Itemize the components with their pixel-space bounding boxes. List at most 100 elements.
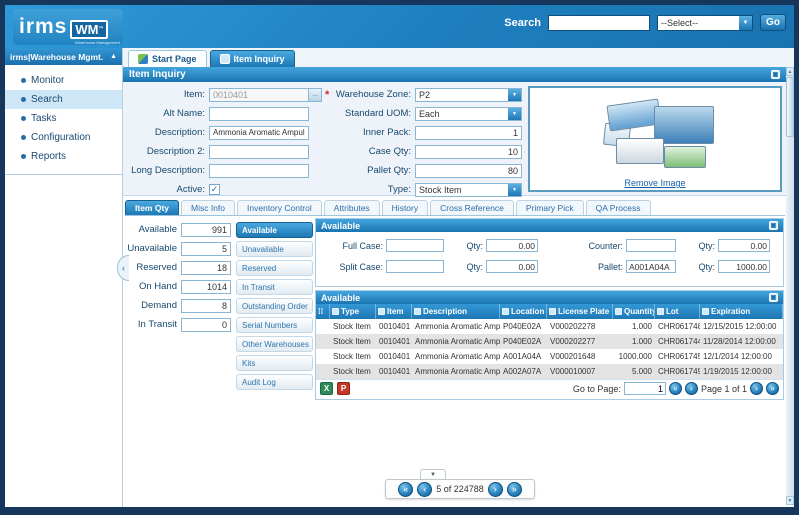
chevron-down-icon: ▼: [430, 472, 436, 478]
qty-label: Qty:: [676, 241, 718, 251]
item-lookup-button[interactable]: …: [309, 88, 322, 102]
table-footer: X P Go to Page: « ‹ Page 1 of 1 › »: [316, 379, 783, 397]
subnav-outstanding-order[interactable]: Outstanding Order: [236, 298, 313, 314]
reserved-value[interactable]: [181, 261, 231, 275]
table-row[interactable]: Stock Item 0010401 Ammonia Aromatic Ampu…: [316, 364, 783, 379]
first-record-button[interactable]: «: [398, 482, 413, 497]
col-quantity[interactable]: Quantity: [613, 304, 655, 319]
description2-input[interactable]: [209, 145, 309, 159]
tab-primary-pick[interactable]: Primary Pick: [516, 200, 584, 215]
col-license-plate[interactable]: License Plate: [547, 304, 613, 319]
subnav-unavailable[interactable]: Unavailable: [236, 241, 313, 257]
warehouse-zone-select[interactable]: P2 ▼: [415, 88, 522, 102]
tab-qa-process[interactable]: QA Process: [586, 200, 651, 215]
inner-pack-input[interactable]: [415, 126, 522, 140]
col-expiration[interactable]: Expiration: [700, 304, 783, 319]
qty-label: Qty:: [444, 241, 486, 251]
unavailable-value[interactable]: [181, 242, 231, 256]
full-case-qty-input[interactable]: [486, 239, 538, 252]
on-hand-value[interactable]: [181, 280, 231, 294]
tab-attributes[interactable]: Attributes: [324, 200, 380, 215]
tab-history[interactable]: History: [382, 200, 428, 215]
subnav-in-transit[interactable]: In Transit: [236, 279, 313, 295]
sidebar-header[interactable]: irms|Warehouse Mgmt. ▲: [5, 48, 122, 65]
sidebar-item-tasks[interactable]: Tasks: [5, 109, 122, 128]
col-location[interactable]: Location: [500, 304, 547, 319]
next-record-button[interactable]: ›: [488, 482, 503, 497]
last-record-button[interactable]: »: [507, 482, 522, 497]
subnav-other-warehouses[interactable]: Other Warehouses: [236, 336, 313, 352]
prev-record-button[interactable]: ‹: [417, 482, 432, 497]
tab-item-qty[interactable]: Item Qty: [125, 200, 179, 215]
pallet-qty-input[interactable]: [718, 260, 770, 273]
available-detail-panel: Available ▣ Full Case: Qty: Counter: Qty…: [315, 218, 784, 287]
type-select[interactable]: Stock Item ▼: [415, 183, 522, 197]
subnav-serial-numbers[interactable]: Serial Numbers: [236, 317, 313, 333]
next-page-button[interactable]: ›: [750, 382, 763, 395]
tab-misc-info[interactable]: Misc Info: [181, 200, 235, 215]
counter-input[interactable]: [626, 239, 676, 252]
reserved-label: Reserved: [127, 262, 181, 273]
item-input[interactable]: [209, 88, 309, 102]
available-value[interactable]: [181, 223, 231, 237]
pallet-qty-input[interactable]: [415, 164, 522, 178]
scroll-down-icon[interactable]: ▼: [786, 496, 794, 505]
tab-start-page[interactable]: Start Page: [128, 50, 207, 67]
go-to-page-input[interactable]: [624, 382, 666, 395]
standard-uom-select[interactable]: Each ▼: [415, 107, 522, 121]
prev-page-button[interactable]: ‹: [685, 382, 698, 395]
subnav-reserved[interactable]: Reserved: [236, 260, 313, 276]
scrollbar-thumb[interactable]: [786, 77, 794, 137]
sidebar-item-monitor[interactable]: Monitor: [5, 71, 122, 90]
alt-name-input[interactable]: [209, 107, 309, 121]
panel-collapse-icon[interactable]: ▣: [771, 70, 780, 79]
col-type[interactable]: Type: [330, 304, 376, 319]
tab-cross-reference[interactable]: Cross Reference: [430, 200, 514, 215]
table-row[interactable]: Stock Item 0010401 Ammonia Aromatic Ampu…: [316, 319, 783, 334]
sidebar-item-search[interactable]: Search: [5, 90, 122, 109]
tab-item-inquiry[interactable]: Item Inquiry: [210, 50, 295, 67]
form-right-column: Warehouse Zone: P2 ▼ Standard UOM: Each …: [323, 87, 522, 197]
col-item[interactable]: Item: [376, 304, 412, 319]
sidebar-item-reports[interactable]: Reports: [5, 147, 122, 166]
active-checkbox[interactable]: ✓: [209, 184, 220, 195]
chevron-down-icon: ▼: [739, 16, 752, 30]
search-category-select[interactable]: --Select-- ▼: [657, 15, 753, 31]
in-transit-value[interactable]: [181, 318, 231, 332]
full-case-input[interactable]: [386, 239, 444, 252]
split-case-input[interactable]: [386, 260, 444, 273]
split-case-qty-input[interactable]: [486, 260, 538, 273]
panel-collapse-icon[interactable]: ▣: [769, 221, 778, 230]
tab-inventory-control[interactable]: Inventory Control: [237, 200, 322, 215]
first-page-button[interactable]: «: [669, 382, 682, 395]
counter-qty-input[interactable]: [718, 239, 770, 252]
panel-collapse-icon[interactable]: ▣: [769, 293, 778, 302]
sidebar-item-configuration[interactable]: Configuration: [5, 128, 122, 147]
pdf-export-icon[interactable]: P: [337, 382, 350, 395]
subnav-available[interactable]: Available: [236, 222, 313, 238]
remove-image-link[interactable]: Remove Image: [624, 178, 685, 188]
scroll-up-icon[interactable]: ▲: [786, 67, 794, 76]
table-row[interactable]: Stock Item 0010401 Ammonia Aromatic Ampu…: [316, 349, 783, 364]
table-row[interactable]: Stock Item 0010401 Ammonia Aromatic Ampu…: [316, 334, 783, 349]
collapse-up-icon[interactable]: ▲: [110, 53, 117, 60]
search-input[interactable]: [548, 15, 650, 31]
demand-value[interactable]: [181, 299, 231, 313]
standard-uom-label: Standard UOM:: [323, 108, 415, 119]
type-label: Type:: [323, 184, 415, 195]
subnav-kits[interactable]: Kits: [236, 355, 313, 371]
long-description-input[interactable]: [209, 164, 309, 178]
excel-export-icon[interactable]: X: [320, 382, 333, 395]
last-page-button[interactable]: »: [766, 382, 779, 395]
item-form: Item: … * Alt Name: Description: Descrip…: [123, 82, 786, 196]
active-label: Active:: [125, 184, 209, 195]
go-button[interactable]: Go: [760, 14, 786, 31]
pallet-input[interactable]: [626, 260, 676, 273]
col-lot[interactable]: Lot: [655, 304, 700, 319]
vertical-scrollbar[interactable]: ▲ ▼: [786, 67, 794, 505]
case-qty-input[interactable]: [415, 145, 522, 159]
description-input[interactable]: [209, 126, 309, 140]
item-image-panel: Remove Image: [528, 86, 782, 192]
subnav-audit-log[interactable]: Audit Log: [236, 374, 313, 390]
col-description[interactable]: Description: [412, 304, 500, 319]
